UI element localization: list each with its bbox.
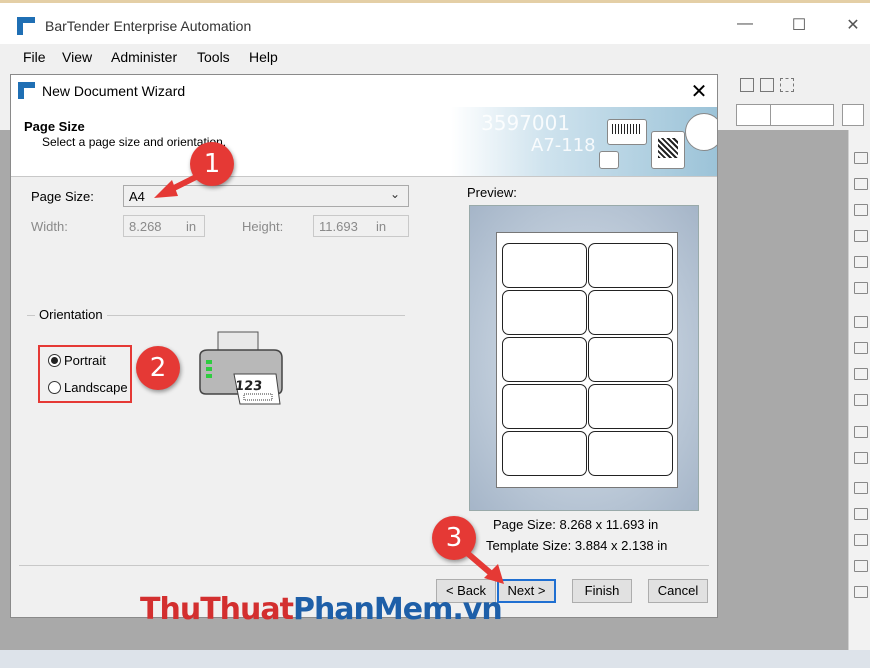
distribute-v-icon[interactable] [854, 342, 868, 354]
preview-template-size: Template Size: 3.884 x 2.138 in [486, 538, 668, 553]
preview-label-cell [588, 384, 673, 429]
width-label: Width: [31, 219, 68, 234]
app-title: BarTender Enterprise Automation [45, 18, 252, 34]
center-v-icon[interactable] [854, 394, 868, 406]
dialog-title-bar: New Document Wizard ✕ [11, 75, 717, 107]
minimize-button[interactable]: — [730, 15, 760, 33]
width-value: 8.268 [129, 219, 162, 234]
align-right-icon[interactable] [854, 204, 868, 216]
header-banner-image: 3597001 A7-118 [451, 107, 717, 176]
wizard-header: 3597001 A7-118 Page Size Select a page s… [11, 107, 717, 177]
dialog-title: New Document Wizard [42, 83, 186, 99]
rotate-180-icon[interactable] [854, 508, 868, 520]
preview-page [496, 232, 678, 488]
page-size-label: Page Size: [31, 189, 94, 204]
align-bottom-icon[interactable] [854, 282, 868, 294]
menu-help[interactable]: Help [249, 49, 278, 65]
preview-label-cell [588, 431, 673, 476]
page-size-value: A4 [129, 189, 145, 204]
same-width-icon[interactable] [854, 426, 868, 438]
landscape-radio[interactable] [48, 381, 61, 394]
close-button[interactable]: ✕ [838, 15, 868, 35]
preview-label: Preview: [467, 185, 517, 200]
printer-label-text: 123 [234, 379, 263, 394]
qr-label-icon [651, 131, 685, 169]
watermark-part: Mem [373, 592, 453, 627]
align-left-icon[interactable] [854, 152, 868, 164]
height-label: Height: [242, 219, 284, 234]
align-icon[interactable] [740, 78, 754, 92]
preview-label-cell [502, 337, 587, 382]
preview-panel [469, 205, 699, 511]
status-bar [0, 650, 870, 668]
bartender-logo-icon [18, 82, 35, 99]
menu-view[interactable]: View [62, 49, 92, 65]
watermark-part: Phan [292, 592, 375, 627]
grid-icon[interactable] [780, 78, 794, 92]
preview-label-cell [502, 431, 587, 476]
preview-label-cell [502, 384, 587, 429]
distribute-h-icon[interactable] [854, 316, 868, 328]
preview-label-cell [502, 290, 587, 335]
cd-label-icon [685, 113, 717, 151]
button-divider [19, 565, 709, 566]
distribute-icon[interactable] [760, 78, 774, 92]
printer-icon: 123 [199, 331, 283, 405]
new-document-wizard-dialog: New Document Wizard ✕ 3597001 A7-118 Pag… [10, 74, 718, 618]
preview-label-cell [588, 290, 673, 335]
wizard-step-title: Page Size [24, 119, 85, 134]
preview-page-size: Page Size: 8.268 x 11.693 in [493, 517, 659, 532]
chevron-down-icon: ⌄ [390, 187, 401, 201]
watermark-logo: ThuThuatPhanMem.vn [140, 592, 503, 627]
banner-text: 3597001 [481, 111, 571, 135]
align-top-icon[interactable] [854, 230, 868, 242]
align-middle-icon[interactable] [854, 256, 868, 268]
banner-text: A7-118 [531, 135, 596, 156]
landscape-label[interactable]: Landscape [64, 380, 128, 395]
center-h-icon[interactable] [854, 368, 868, 380]
preview-label-cell [588, 243, 673, 288]
menu-file[interactable]: File [23, 49, 46, 65]
height-field[interactable]: 11.693 in [313, 215, 409, 237]
rotate-cw-icon[interactable] [854, 586, 868, 598]
step-2-badge: 2 [136, 346, 180, 390]
font-size-select[interactable] [770, 104, 834, 126]
finish-button[interactable]: Finish [572, 579, 632, 603]
cancel-button[interactable]: Cancel [648, 579, 708, 603]
step-1-arrow-icon [154, 171, 204, 198]
menu-tools[interactable]: Tools [197, 49, 230, 65]
width-field[interactable]: 8.268 in [123, 215, 205, 237]
orientation-label: Orientation [35, 307, 107, 322]
height-unit: in [376, 219, 387, 234]
barcode-label-icon [607, 119, 647, 145]
menu-administer[interactable]: Administer [111, 49, 177, 65]
dialog-close-button[interactable]: ✕ [687, 79, 711, 104]
height-value: 11.693 [319, 219, 358, 234]
preview-label-cell [502, 243, 587, 288]
watermark-part: .vn [452, 592, 502, 627]
watermark-part: Thuat [200, 592, 294, 627]
app-title-bar: BarTender Enterprise Automation — ☐ ✕ [0, 0, 870, 44]
table-icon[interactable] [842, 104, 864, 126]
bartender-logo-icon [17, 17, 35, 35]
small-label-icon [599, 151, 619, 169]
portrait-radio[interactable] [48, 354, 61, 367]
watermark-part: Thu [140, 592, 201, 627]
same-height-icon[interactable] [854, 452, 868, 464]
maximize-button[interactable]: ☐ [784, 15, 814, 35]
portrait-label[interactable]: Portrait [64, 353, 106, 368]
rotate-ccw-icon[interactable] [854, 560, 868, 572]
step-3-arrow-icon [464, 549, 504, 584]
width-unit: in [186, 219, 197, 234]
menu-bar: File View Administer Tools Help [0, 44, 870, 72]
rotate-270-icon[interactable] [854, 534, 868, 546]
preview-label-cell [588, 337, 673, 382]
alignment-toolbar [848, 130, 870, 650]
rotate-90-icon[interactable] [854, 482, 868, 494]
align-center-icon[interactable] [854, 178, 868, 190]
